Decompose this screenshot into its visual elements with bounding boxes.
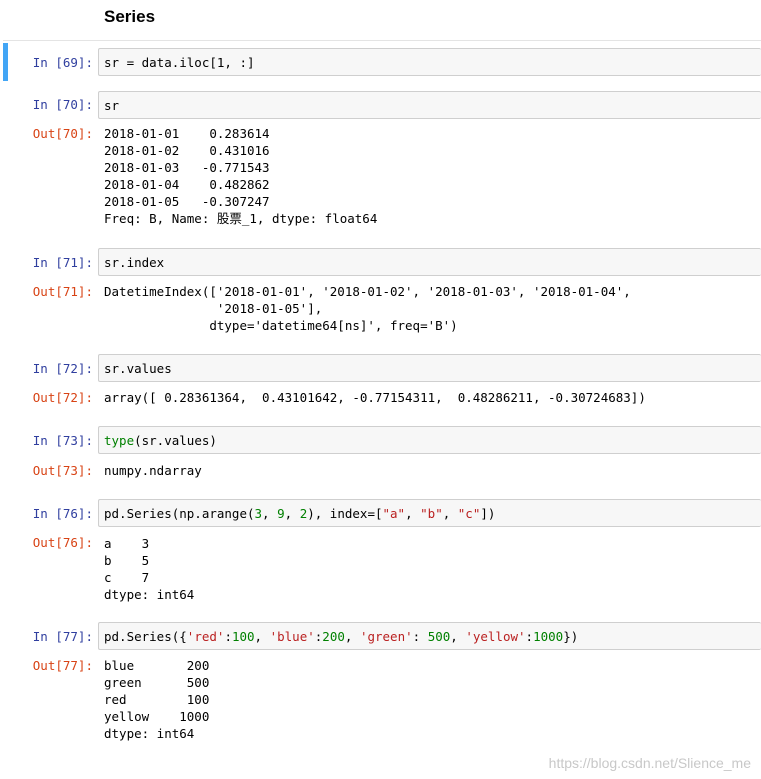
in-prompt: In [70]:: [32, 97, 93, 112]
code-input[interactable]: sr = data.iloc[1, :]: [98, 48, 761, 76]
code-cell-72[interactable]: In [72]: sr.values Out[72]: array([ 0.28…: [3, 353, 761, 413]
out-prompt: Out[71]:: [32, 284, 93, 299]
cell-output: a 3 b 5 c 7 dtype: int64: [104, 536, 195, 602]
code-cell-70[interactable]: In [70]: sr Out[70]: 2018-01-01 0.283614…: [3, 88, 761, 238]
divider: [3, 40, 761, 41]
cell-output: numpy.ndarray: [104, 463, 202, 478]
cell-output: DatetimeIndex(['2018-01-01', '2018-01-02…: [104, 284, 631, 333]
in-prompt: In [71]:: [32, 255, 93, 270]
code-input[interactable]: sr.index: [98, 248, 761, 276]
code-input[interactable]: type (sr.values): [98, 426, 761, 454]
out-prompt: Out[73]:: [32, 463, 93, 478]
code-cell-71[interactable]: In [71]: sr.index Out[71]: DatetimeIndex…: [3, 246, 761, 346]
out-prompt: Out[72]:: [32, 390, 93, 405]
in-prompt: In [69]:: [32, 55, 93, 70]
in-prompt: In [72]:: [32, 361, 93, 376]
code-input[interactable]: pd.Series({'red':100, 'blue':200, 'green…: [98, 622, 761, 650]
in-prompt: In [76]:: [32, 506, 93, 521]
code-cell-69[interactable]: In [69]: sr = data.iloc[1, :]: [3, 43, 761, 81]
cell-output: array([ 0.28361364, 0.43101642, -0.77154…: [104, 390, 646, 405]
cell-output: 2018-01-01 0.283614 2018-01-02 0.431016 …: [104, 126, 378, 226]
code-cell-76[interactable]: In [76]: pd.Series(np.arange(3, 9, 2), i…: [3, 498, 761, 608]
code-input[interactable]: sr.values: [98, 354, 761, 382]
code-cell-77[interactable]: In [77]: pd.Series({'red':100, 'blue':20…: [3, 620, 761, 750]
watermark: https://blog.csdn.net/Slience_me: [548, 755, 751, 771]
in-prompt: In [73]:: [32, 433, 93, 448]
cell-output: blue 200 green 500 red 100 yellow 1000 d…: [104, 658, 210, 741]
out-prompt: Out[77]:: [32, 658, 93, 673]
out-prompt: Out[70]:: [32, 126, 93, 141]
in-prompt: In [77]:: [32, 629, 93, 644]
section-heading: Series: [104, 7, 156, 26]
out-prompt: Out[76]:: [32, 535, 93, 550]
code-input[interactable]: pd.Series(np.arange(3, 9, 2), index=["a"…: [98, 499, 761, 527]
code-cell-73[interactable]: In [73]: type (sr.values) Out[73]: numpy.…: [3, 425, 761, 485]
code-input[interactable]: sr: [98, 91, 761, 119]
